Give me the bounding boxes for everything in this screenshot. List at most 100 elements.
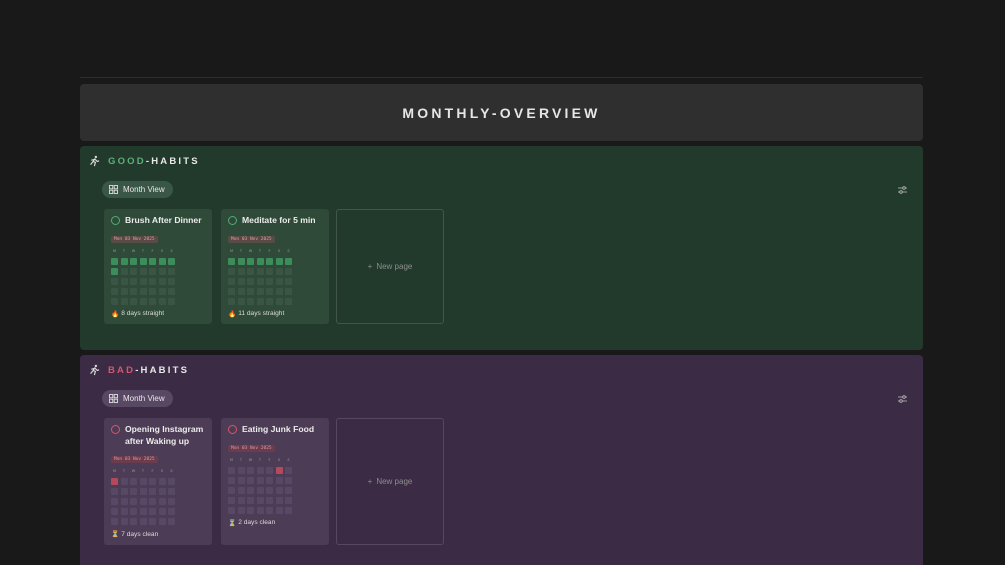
calendar-day-cell[interactable] xyxy=(120,508,128,515)
calendar-day-cell[interactable] xyxy=(168,287,175,295)
calendar-day-cell[interactable] xyxy=(285,297,292,305)
filter-settings-icon[interactable] xyxy=(898,395,907,403)
calendar-day-cell[interactable] xyxy=(256,297,264,305)
calendar-day-cell[interactable] xyxy=(256,496,264,504)
calendar-day-cell[interactable] xyxy=(256,267,264,275)
calendar-day-cell[interactable] xyxy=(266,287,273,295)
calendar-day-cell[interactable] xyxy=(168,498,175,505)
calendar-day-cell[interactable] xyxy=(237,257,245,265)
calendar-day-cell[interactable] xyxy=(275,277,283,285)
calendar-day-cell[interactable] xyxy=(285,277,292,285)
calendar-day-cell[interactable] xyxy=(266,486,273,494)
calendar-day-cell[interactable] xyxy=(237,486,245,494)
status-circle-icon[interactable] xyxy=(228,425,237,434)
calendar-day-cell[interactable] xyxy=(149,297,156,305)
calendar-day-cell[interactable] xyxy=(168,488,175,495)
calendar-day-cell[interactable] xyxy=(120,498,128,505)
calendar-day-cell[interactable] xyxy=(139,267,147,275)
calendar-day-cell[interactable] xyxy=(247,277,254,285)
calendar-day-cell[interactable] xyxy=(247,287,254,295)
calendar-day-cell[interactable] xyxy=(139,277,147,285)
calendar-day-cell[interactable] xyxy=(168,478,175,485)
calendar-day-cell[interactable] xyxy=(120,287,128,295)
calendar-day-cell[interactable] xyxy=(275,506,283,514)
calendar-day-cell[interactable] xyxy=(168,518,175,525)
calendar-day-cell[interactable] xyxy=(120,478,128,485)
calendar-day-cell[interactable] xyxy=(256,277,264,285)
calendar-day-cell[interactable] xyxy=(256,257,264,265)
calendar-day-cell[interactable] xyxy=(285,506,292,514)
calendar-day-cell[interactable] xyxy=(247,476,254,484)
month-view-button[interactable]: Month View xyxy=(102,181,173,198)
calendar-day-cell[interactable] xyxy=(120,518,128,525)
calendar-day-cell[interactable] xyxy=(149,518,156,525)
calendar-day-cell[interactable] xyxy=(228,277,235,285)
calendar-day-cell[interactable] xyxy=(237,297,245,305)
new-page-button[interactable]: + New page xyxy=(336,209,444,324)
calendar-day-cell[interactable] xyxy=(139,508,147,515)
calendar-day-cell[interactable] xyxy=(285,476,292,484)
calendar-day-cell[interactable] xyxy=(158,257,166,265)
calendar-day-cell[interactable] xyxy=(149,257,156,265)
calendar-day-cell[interactable] xyxy=(285,267,292,275)
calendar-day-cell[interactable] xyxy=(228,486,235,494)
calendar-day-cell[interactable] xyxy=(139,287,147,295)
calendar-day-cell[interactable] xyxy=(158,478,166,485)
calendar-day-cell[interactable] xyxy=(111,267,118,275)
calendar-day-cell[interactable] xyxy=(168,508,175,515)
calendar-day-cell[interactable] xyxy=(237,277,245,285)
calendar-day-cell[interactable] xyxy=(228,476,235,484)
calendar-day-cell[interactable] xyxy=(266,476,273,484)
calendar-day-cell[interactable] xyxy=(158,287,166,295)
calendar-day-cell[interactable] xyxy=(139,518,147,525)
calendar-day-cell[interactable] xyxy=(111,277,118,285)
calendar-day-cell[interactable] xyxy=(247,506,254,514)
calendar-day-cell[interactable] xyxy=(130,488,137,495)
calendar-day-cell[interactable] xyxy=(266,277,273,285)
calendar-day-cell[interactable] xyxy=(266,257,273,265)
calendar-day-cell[interactable] xyxy=(130,287,137,295)
calendar-day-cell[interactable] xyxy=(228,297,235,305)
calendar-day-cell[interactable] xyxy=(120,297,128,305)
calendar-day-cell[interactable] xyxy=(237,496,245,504)
calendar-day-cell[interactable] xyxy=(256,506,264,514)
habit-card[interactable]: Eating Junk Food Mon 03 Nov 2025 MTWTFSS… xyxy=(221,418,329,545)
calendar-day-cell[interactable] xyxy=(130,267,137,275)
calendar-day-cell[interactable] xyxy=(266,267,273,275)
calendar-day-cell[interactable] xyxy=(275,297,283,305)
calendar-day-cell[interactable] xyxy=(228,287,235,295)
calendar-day-cell[interactable] xyxy=(130,257,137,265)
calendar-day-cell[interactable] xyxy=(130,277,137,285)
calendar-day-cell[interactable] xyxy=(228,257,235,265)
calendar-day-cell[interactable] xyxy=(168,277,175,285)
calendar-day-cell[interactable] xyxy=(111,498,118,505)
calendar-day-cell[interactable] xyxy=(139,478,147,485)
calendar-day-cell[interactable] xyxy=(158,518,166,525)
calendar-day-cell[interactable] xyxy=(139,297,147,305)
calendar-day-cell[interactable] xyxy=(120,267,128,275)
calendar-day-cell[interactable] xyxy=(149,267,156,275)
calendar-day-cell[interactable] xyxy=(158,508,166,515)
calendar-day-cell[interactable] xyxy=(111,257,118,265)
calendar-day-cell[interactable] xyxy=(266,506,273,514)
calendar-day-cell[interactable] xyxy=(285,287,292,295)
calendar-day-cell[interactable] xyxy=(111,287,118,295)
calendar-day-cell[interactable] xyxy=(285,486,292,494)
calendar-day-cell[interactable] xyxy=(149,498,156,505)
calendar-day-cell[interactable] xyxy=(149,508,156,515)
calendar-day-cell[interactable] xyxy=(130,518,137,525)
calendar-day-cell[interactable] xyxy=(158,267,166,275)
calendar-day-cell[interactable] xyxy=(158,277,166,285)
calendar-day-cell[interactable] xyxy=(168,297,175,305)
calendar-day-cell[interactable] xyxy=(285,496,292,504)
calendar-day-cell[interactable] xyxy=(120,257,128,265)
calendar-day-cell[interactable] xyxy=(139,488,147,495)
calendar-day-cell[interactable] xyxy=(285,257,292,265)
calendar-day-cell[interactable] xyxy=(275,466,283,474)
calendar-day-cell[interactable] xyxy=(247,496,254,504)
new-page-button[interactable]: + New page xyxy=(336,418,444,545)
calendar-day-cell[interactable] xyxy=(237,476,245,484)
calendar-day-cell[interactable] xyxy=(275,257,283,265)
calendar-day-cell[interactable] xyxy=(149,478,156,485)
calendar-day-cell[interactable] xyxy=(275,496,283,504)
